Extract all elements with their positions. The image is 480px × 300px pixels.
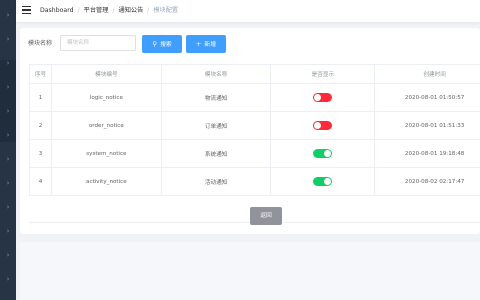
chevron-right-icon[interactable]: ›: [4, 59, 12, 67]
table-row[interactable]: 2 order_notice 订单通知 2020-08-01 01:51:33: [29, 111, 480, 140]
column-header-code[interactable]: 模块编号: [51, 64, 162, 84]
breadcrumb-dashboard[interactable]: Dashboard: [40, 7, 74, 14]
cell-name: 活动通知: [161, 167, 272, 196]
breadcrumb: Dashboard / 平台管理 / 通知公告 / 模块配置: [40, 7, 179, 14]
cell-show: [270, 111, 376, 140]
table-row[interactable]: 1 logic_notice 物流通知 2020-08-01 01:50:57: [29, 83, 480, 112]
chevron-right-icon[interactable]: ›: [4, 107, 12, 115]
cell-code: logic_notice: [51, 83, 162, 112]
chevron-right-icon[interactable]: ›: [4, 251, 12, 259]
module-table: 序号 模块编号 模块名称 是否显示 创建时间 1 logic_notice 物流…: [29, 64, 480, 196]
cell-name: 订单通知: [161, 111, 272, 140]
cell-created: 2020-08-02 02:17:47: [374, 167, 480, 196]
breadcrumb-platform[interactable]: 平台管理: [84, 7, 109, 14]
cell-code: activity_notice: [51, 167, 162, 196]
cell-index: 4: [29, 167, 52, 196]
cell-code: system_notice: [51, 139, 162, 168]
chevron-right-icon[interactable]: ›: [4, 275, 12, 283]
table-header-row: 序号 模块编号 模块名称 是否显示 创建时间: [29, 64, 480, 84]
chevron-right-icon[interactable]: ›: [4, 35, 12, 43]
cell-name: 系统通知: [161, 139, 272, 168]
search-icon: ⚲: [152, 40, 158, 48]
plus-icon: +: [195, 40, 202, 48]
show-toggle[interactable]: [313, 93, 333, 102]
chevron-right-icon[interactable]: ›: [4, 155, 12, 163]
chevron-right-icon[interactable]: ›: [4, 83, 12, 91]
cell-show: [270, 83, 376, 112]
cell-created: 2020-08-01 19:18:48: [374, 139, 480, 168]
search-button[interactable]: ⚲ 搜索: [142, 35, 182, 53]
cell-created: 2020-08-01 01:51:33: [374, 111, 480, 140]
show-toggle[interactable]: [313, 177, 333, 186]
sidebar: › › › › › › › › › › › ›: [0, 0, 16, 300]
breadcrumb-current: 模块配置: [153, 7, 179, 14]
bottom-panel: [20, 242, 480, 300]
breadcrumb-notice[interactable]: 通知公告: [119, 7, 144, 14]
search-input[interactable]: [60, 35, 136, 51]
add-button-label: 新增: [204, 42, 217, 48]
show-toggle[interactable]: [313, 121, 333, 130]
chevron-right-icon[interactable]: ›: [4, 203, 12, 211]
chevron-right-icon[interactable]: ›: [4, 131, 12, 139]
search-button-label: 搜索: [160, 42, 172, 48]
cell-index: 3: [29, 139, 52, 168]
table-row[interactable]: 4 activity_notice 活动通知 2020-08-02 02:17:…: [29, 167, 480, 196]
cell-index: 2: [29, 111, 52, 140]
chevron-right-icon[interactable]: ›: [4, 11, 12, 19]
hamburger-icon[interactable]: [22, 6, 31, 15]
cell-created: 2020-08-01 01:50:57: [374, 83, 480, 112]
cell-show: [270, 139, 376, 168]
search-label: 模块名称: [28, 40, 53, 47]
back-button[interactable]: 返回: [250, 207, 282, 225]
show-toggle[interactable]: [313, 149, 333, 158]
cell-show: [270, 167, 376, 196]
column-header-name[interactable]: 模块名称: [161, 64, 272, 84]
column-header-created[interactable]: 创建时间: [374, 64, 480, 84]
cell-name: 物流通知: [161, 83, 272, 112]
chevron-right-icon[interactable]: ›: [4, 179, 12, 187]
add-button[interactable]: + 新增: [186, 35, 226, 53]
navbar: Dashboard / 平台管理 / 通知公告 / 模块配置: [16, 0, 480, 22]
column-header-index[interactable]: 序号: [29, 64, 52, 84]
cell-index: 1: [29, 83, 52, 112]
sidebar-active-band: [0, 60, 16, 142]
cell-code: order_notice: [51, 111, 162, 140]
content-card: 模块名称 ⚲搜索 +新增 序号 模块编号 模块名称 是否显示 创建时间 1 lo…: [20, 28, 480, 234]
table-row[interactable]: 3 system_notice 系统通知 2020-08-01 19:18:48: [29, 139, 480, 168]
column-header-show[interactable]: 是否显示: [270, 64, 376, 84]
chevron-right-icon[interactable]: ›: [4, 227, 12, 235]
